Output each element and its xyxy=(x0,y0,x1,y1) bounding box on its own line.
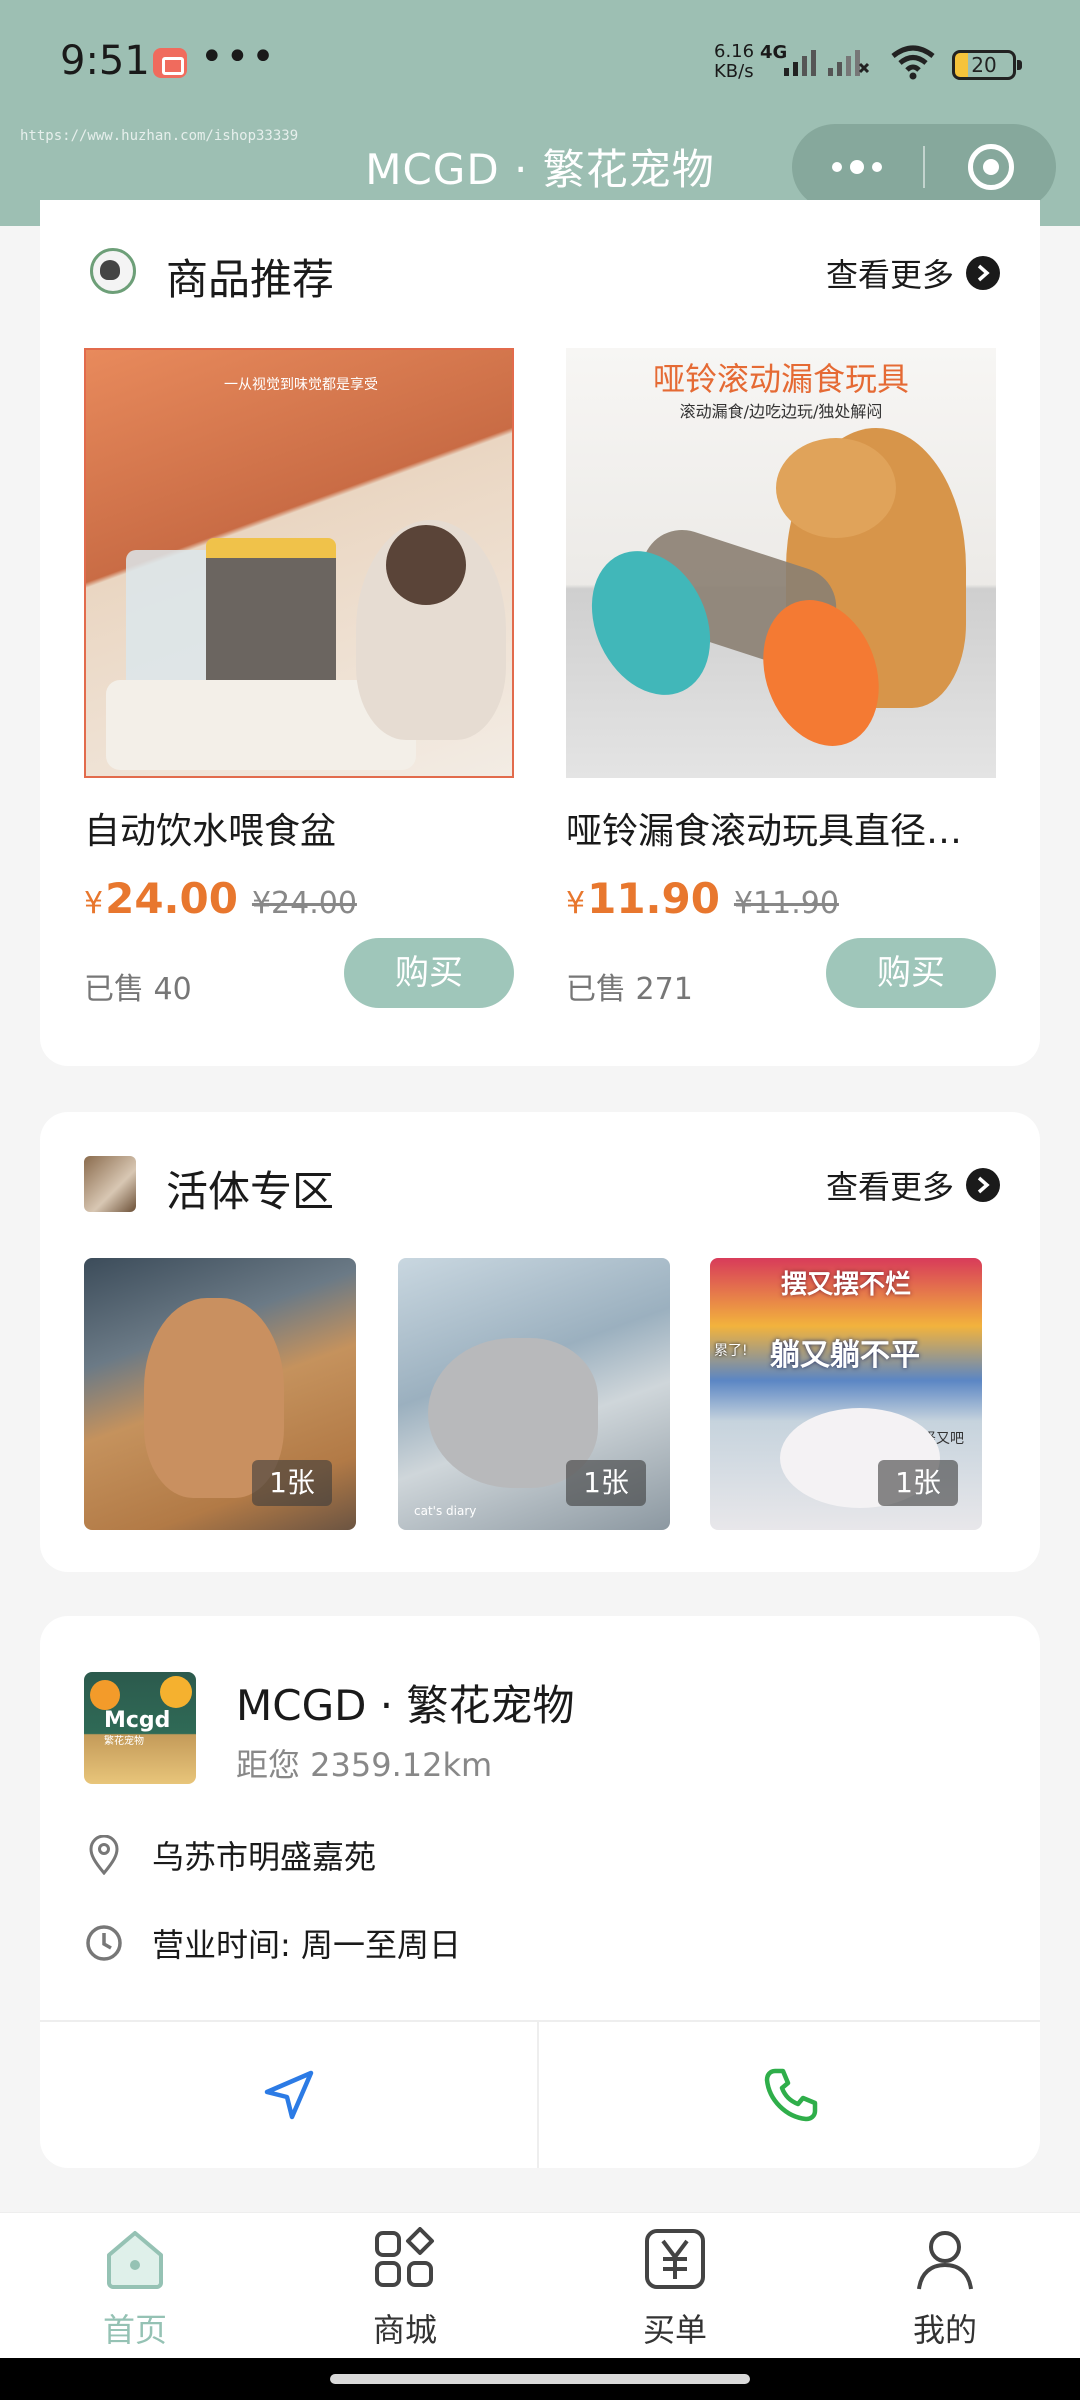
logo-flower-shape xyxy=(90,1680,120,1710)
thumbnail-overlay-text: 摆又摆不烂 xyxy=(780,1270,911,1300)
live-animals-card: 活体专区 查看更多 1张 cat's diary 1张 摆又摆不烂 累了! 躺又… xyxy=(40,1112,1040,1572)
capsule-divider xyxy=(923,146,925,188)
store-distance: 距您 2359.12km xyxy=(236,1746,493,1784)
yuan-icon xyxy=(643,2227,707,2291)
store-address: 乌苏市明盛嘉苑 xyxy=(152,1838,377,1876)
price-value: 24.00 xyxy=(105,874,238,923)
live-animal-thumbnail[interactable]: 摆又摆不烂 累了! 躺又躺不平 竖又吧 1张 xyxy=(710,1258,982,1530)
product-card[interactable]: 一从视觉到味觉都是享受 自动饮水喂食盆 ¥ 24.00 ¥24.00 已售 40… xyxy=(84,348,514,1028)
app-notification-icon xyxy=(153,48,187,78)
see-more-label: 查看更多 xyxy=(825,256,954,294)
status-more-dots: ••• xyxy=(200,34,277,80)
photo-count-badge: 1张 xyxy=(252,1460,332,1506)
store-address-row: 乌苏市明盛嘉苑 xyxy=(84,1832,376,1878)
chevron-right-icon xyxy=(966,256,1000,290)
sold-count: 已售 271 xyxy=(566,972,693,1007)
store-hours-row: 营业时间: 周一至周日 xyxy=(84,1920,461,1966)
product-name: 自动饮水喂食盆 xyxy=(84,811,337,852)
section-title: 商品推荐 xyxy=(166,255,335,304)
section-header: 活体专区 查看更多 xyxy=(40,1112,1040,1216)
phone-icon xyxy=(764,2068,817,2122)
thumbnail-overlay-text: 累了! xyxy=(714,1343,748,1359)
price-currency: ¥ xyxy=(566,886,586,921)
more-options-button[interactable] xyxy=(792,124,922,210)
tab-label: 我的 xyxy=(912,2311,977,2349)
product-image-feeder: 一从视觉到味觉都是享受 xyxy=(84,348,514,778)
live-animal-thumbnail[interactable]: cat's diary 1张 xyxy=(398,1258,670,1530)
dog-head-shape xyxy=(776,438,896,538)
store-hours: 营业时间: 周一至周日 xyxy=(152,1926,461,1964)
original-price: ¥11.90 xyxy=(733,886,839,921)
location-pin-icon xyxy=(84,1835,124,1875)
product-image-dumbbell-toy: 哑铃滚动漏食玩具 滚动漏食/边吃边玩/独处解闷 xyxy=(566,348,996,778)
chevron-right-icon xyxy=(966,1168,1000,1202)
call-button[interactable] xyxy=(541,2022,1040,2168)
dog-photo-icon xyxy=(84,1156,136,1212)
tab-label: 买单 xyxy=(642,2311,707,2349)
network-speed: 6.16 KB/s xyxy=(714,41,755,82)
bottom-tab-bar: 首页 商城 买单 我的 xyxy=(0,2212,1080,2358)
section-title: 活体专区 xyxy=(166,1167,335,1216)
image-caption: 哑铃滚动漏食玩具 xyxy=(652,360,909,398)
navigation-arrow-icon xyxy=(264,2070,313,2120)
clock-icon xyxy=(84,1923,124,1963)
home-icon xyxy=(103,2227,167,2291)
top-header: 9:51 ••• 6.16 KB/s 4G 20 https://www.huzh… xyxy=(0,0,1080,226)
user-icon xyxy=(913,2227,977,2291)
sold-count: 已售 40 xyxy=(84,972,192,1007)
tab-mall[interactable]: 商城 xyxy=(270,2213,540,2359)
thumbnail-overlay-text: cat's diary xyxy=(414,1504,477,1518)
signal-secondary-icon xyxy=(828,50,870,76)
image-subcaption: 滚动漏食/边吃边玩/独处解闷 xyxy=(679,402,883,421)
status-bar: 9:51 ••• 6.16 KB/s 4G 20 xyxy=(0,0,1080,128)
price-row: ¥ 24.00 ¥24.00 xyxy=(84,874,357,934)
store-name: MCGD · 繁花宠物 xyxy=(236,1681,575,1730)
system-gesture-bar xyxy=(0,2358,1080,2400)
tab-label: 首页 xyxy=(102,2311,167,2349)
store-actions xyxy=(40,2020,1040,2168)
navigate-button[interactable] xyxy=(40,2022,539,2168)
see-more-label: 查看更多 xyxy=(825,1168,954,1206)
price-currency: ¥ xyxy=(84,886,104,921)
section-header: 商品推荐 查看更多 xyxy=(40,200,1040,304)
see-more-link[interactable]: 查看更多 xyxy=(826,1162,1000,1208)
store-logo: Mcgd 繁花宠物 xyxy=(84,1672,196,1784)
tab-me[interactable]: 我的 xyxy=(810,2213,1080,2359)
buy-button[interactable]: 购买 xyxy=(344,938,514,1008)
tab-home[interactable]: 首页 xyxy=(0,2213,270,2359)
tab-pay[interactable]: 买单 xyxy=(540,2213,810,2359)
logo-subtext: 繁花宠物 xyxy=(104,1736,144,1747)
battery-icon: 20 xyxy=(952,50,1022,80)
thumbnail-overlay-text: 躺又躺不平 xyxy=(770,1338,920,1373)
product-card[interactable]: 哑铃滚动漏食玩具 滚动漏食/边吃边玩/独处解闷 哑铃漏食滚动玩具直径… ¥ 11… xyxy=(566,348,996,1028)
wifi-icon xyxy=(891,45,935,80)
miniprogram-capsule xyxy=(792,124,1056,210)
price-value: 11.90 xyxy=(587,874,720,923)
food-box-shape xyxy=(206,538,336,698)
product-name: 哑铃漏食滚动玩具直径… xyxy=(566,811,963,852)
status-time: 9:51 xyxy=(60,38,150,84)
logo-flower-shape xyxy=(160,1676,192,1708)
photo-count-badge: 1张 xyxy=(566,1460,646,1506)
product-recommendation-card: 商品推荐 查看更多 一从视觉到味觉都是享受 自动饮水喂食盆 ¥ 24.00 ¥2… xyxy=(40,200,1040,1066)
logo-text: Mcgd xyxy=(104,1708,171,1733)
bear-mascot-icon xyxy=(84,244,136,300)
cat-face-shape xyxy=(386,525,466,605)
original-price: ¥24.00 xyxy=(251,886,357,921)
price-row: ¥ 11.90 ¥11.90 xyxy=(566,874,839,934)
home-indicator[interactable] xyxy=(330,2374,750,2384)
live-animal-thumbnail[interactable]: 1张 xyxy=(84,1258,356,1530)
signal-icon xyxy=(784,50,816,76)
store-info-card: Mcgd 繁花宠物 MCGD · 繁花宠物 距您 2359.12km 乌苏市明盛… xyxy=(40,1616,1040,2168)
water-tank-shape xyxy=(126,550,216,700)
photo-count-badge: 1张 xyxy=(878,1460,958,1506)
tab-label: 商城 xyxy=(372,2311,437,2349)
close-miniprogram-button[interactable] xyxy=(968,144,1014,190)
grid-icon xyxy=(373,2227,437,2291)
image-caption: 一从视觉到味觉都是享受 xyxy=(224,377,378,393)
see-more-link[interactable]: 查看更多 xyxy=(826,250,1000,296)
buy-button[interactable]: 购买 xyxy=(826,938,996,1008)
